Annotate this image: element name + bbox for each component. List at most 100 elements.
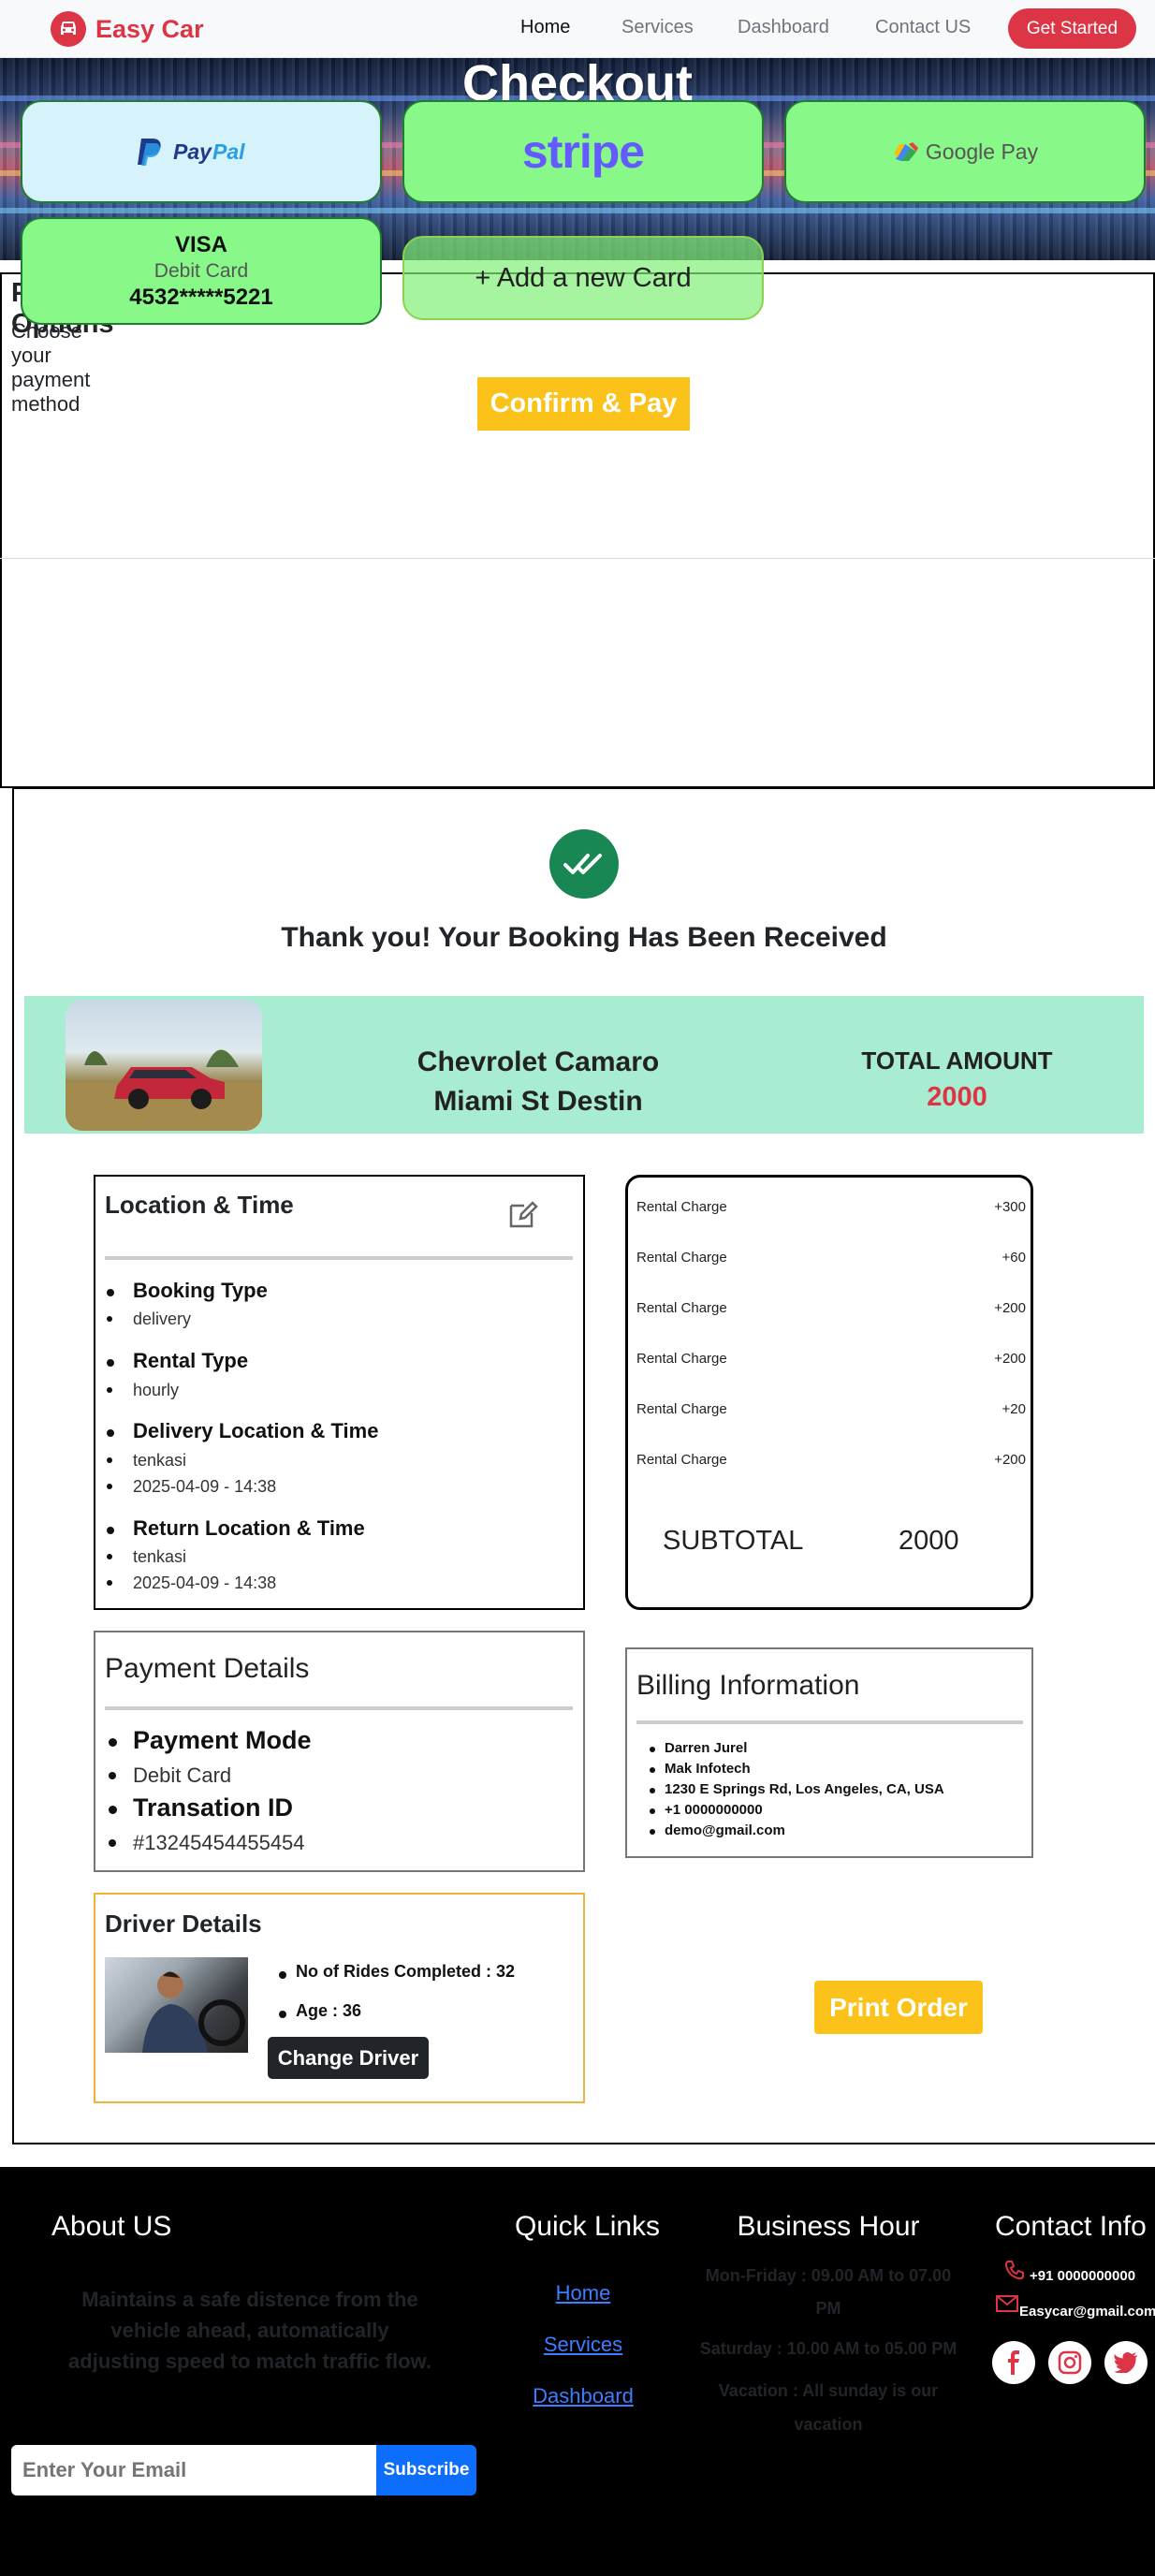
facebook-icon[interactable]: [992, 2341, 1035, 2384]
car-icon: [51, 11, 86, 47]
footer-link-services[interactable]: Services: [527, 2333, 639, 2357]
google-pay-label: Google Pay: [925, 139, 1039, 164]
car-model: Chevrolet Camaro: [417, 1046, 660, 1077]
thank-you-heading: Thank you! Your Booking Has Been Receive…: [281, 922, 887, 953]
charge-row: Rental Charge +200: [636, 1452, 1026, 1468]
delivery-time: 2025-04-09 - 14:38: [133, 1477, 277, 1496]
charge-row: Rental Charge +200: [636, 1351, 1026, 1367]
billing-email: demo@gmail.com: [665, 1822, 785, 1838]
hours-vacation: Vacation : All sunday is our: [718, 2381, 939, 2400]
charge-row: Rental Charge +200: [636, 1300, 1026, 1316]
phone-icon: [1004, 2261, 1024, 2280]
return-label: Return Location & Time: [133, 1516, 365, 1540]
about-text: Maintains a safe distence from the vehic…: [68, 2288, 431, 2373]
rental-type-label: Rental Type: [133, 1349, 249, 1372]
footer-link-dashboard[interactable]: Dashboard: [527, 2384, 639, 2408]
card-number: 4532*****5221: [129, 284, 273, 310]
change-driver-button[interactable]: Change Driver: [268, 2037, 429, 2079]
booking-type-label: Booking Type: [133, 1279, 268, 1302]
hours-saturday: Saturday : 10.00 AM to 05.00 PM: [699, 2339, 958, 2358]
charge-value: +300: [994, 1199, 1026, 1215]
confirm-pay-button[interactable]: Confirm & Pay: [477, 377, 690, 431]
add-card-button[interactable]: + Add a new Card: [402, 236, 764, 320]
card-type: Debit Card: [154, 259, 249, 282]
billing-company: Mak Infotech: [665, 1761, 751, 1777]
subscribe-button[interactable]: Subscribe: [376, 2445, 476, 2496]
charge-label: Rental Charge: [636, 1199, 727, 1215]
car-location: Miami St Destin: [433, 1086, 643, 1117]
charge-row: Rental Charge +300: [636, 1199, 1026, 1215]
subtotal-value: 2000: [899, 1526, 959, 1556]
billing-address: 1230 E Springs Rd, Los Angeles, CA, USA: [665, 1781, 944, 1797]
charge-label: Rental Charge: [636, 1401, 727, 1417]
payment-options-section: [0, 272, 1155, 788]
svg-text:Pal: Pal: [212, 139, 245, 164]
svg-text:Pay: Pay: [173, 139, 212, 164]
business-hour-title: Business Hour: [737, 2211, 920, 2242]
subtotal-label: SUBTOTAL: [663, 1526, 804, 1556]
payment-details-title: Payment Details: [105, 1653, 310, 1684]
hours-vacation-cont: vacation: [794, 2415, 863, 2434]
about-title: About US: [51, 2211, 172, 2242]
quick-links-title: Quick Links: [515, 2211, 661, 2242]
total-amount-value: 2000: [927, 1082, 987, 1112]
rental-type-value: hourly: [133, 1381, 180, 1399]
twitter-icon[interactable]: [1104, 2341, 1148, 2384]
email-icon: [996, 2295, 1018, 2312]
charge-label: Rental Charge: [636, 1300, 727, 1316]
charge-label: Rental Charge: [636, 1452, 727, 1468]
driver-photo: [105, 1957, 248, 2053]
charge-label: Rental Charge: [636, 1250, 727, 1266]
divider: [105, 1706, 573, 1710]
payment-options-subtitle: Choose your payment method: [11, 319, 91, 416]
payment-mode-label: Payment Mode: [133, 1726, 312, 1754]
nav-dashboard[interactable]: Dashboard: [738, 17, 829, 38]
nav-contact[interactable]: Contact US: [875, 17, 971, 38]
double-check-icon: [549, 829, 619, 899]
print-order-button[interactable]: Print Order: [814, 1981, 983, 2034]
instagram-icon[interactable]: [1048, 2341, 1091, 2384]
rides-completed: No of Rides Completed : 32: [296, 1962, 516, 1981]
transaction-id-label: Transation ID: [133, 1793, 294, 1822]
billing-info-title: Billing Information: [636, 1670, 860, 1701]
edit-icon[interactable]: [507, 1198, 539, 1230]
contact-phone: +91 0000000000: [1030, 2268, 1136, 2284]
return-location: tenkasi: [133, 1547, 187, 1566]
charge-value: +20: [1001, 1401, 1026, 1417]
brand-name: Easy Car: [95, 14, 204, 43]
return-time: 2025-04-09 - 14:38: [133, 1573, 277, 1592]
charge-value: +200: [994, 1452, 1026, 1468]
car-details: Chevrolet Camaro Miami St Destin: [402, 1043, 674, 1121]
charge-value: +200: [994, 1300, 1026, 1316]
google-pay-icon: [893, 142, 918, 161]
booking-type-value: delivery: [133, 1310, 192, 1328]
contact-info-title: Contact Info: [995, 2211, 1147, 2242]
car-image: [66, 1000, 262, 1131]
transaction-id-value: #13245454455454: [133, 1831, 305, 1854]
brand-logo[interactable]: Easy Car: [51, 11, 204, 47]
delivery-label: Delivery Location & Time: [133, 1419, 379, 1442]
billing-name: Darren Jurel: [665, 1740, 748, 1756]
get-started-button[interactable]: Get Started: [1008, 8, 1136, 49]
nav-services[interactable]: Services: [621, 17, 694, 38]
delivery-location: tenkasi: [133, 1451, 187, 1470]
stripe-option[interactable]: stripe: [402, 100, 764, 203]
hours-weekday-cont: PM: [815, 2299, 841, 2318]
total-amount-label: TOTAL AMOUNT: [861, 1046, 1053, 1075]
driver-details-title: Driver Details: [105, 1910, 262, 1938]
hours-weekday: Mon-Friday : 09.00 AM to 07.00: [705, 2266, 952, 2285]
contact-email: Easycar@gmail.com: [1019, 2304, 1155, 2320]
stripe-logo: stripe: [521, 125, 645, 178]
charge-value: +60: [1001, 1250, 1026, 1266]
charge-row: Rental Charge +20: [636, 1401, 1026, 1417]
nav-home[interactable]: Home: [520, 17, 570, 38]
newsletter-email-input[interactable]: [11, 2445, 376, 2496]
saved-card-option[interactable]: VISA Debit Card 4532*****5221: [21, 217, 382, 325]
card-brand: VISA: [174, 231, 227, 257]
driver-age: Age : 36: [296, 2001, 362, 2020]
divider: [105, 1256, 573, 1260]
google-pay-option[interactable]: Google Pay: [784, 100, 1146, 203]
paypal-option[interactable]: Pay Pal: [21, 100, 382, 203]
footer-link-home[interactable]: Home: [527, 2281, 639, 2305]
billing-phone: +1 0000000000: [665, 1802, 763, 1818]
